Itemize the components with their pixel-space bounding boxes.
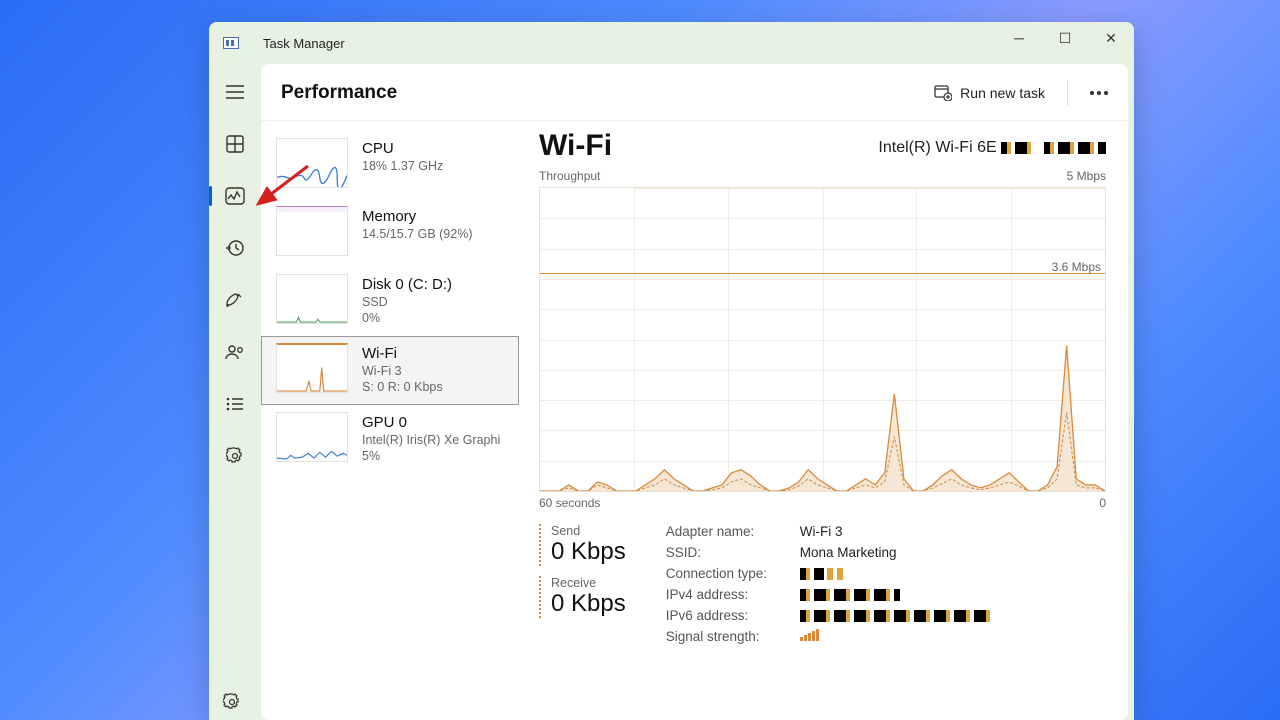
conn-type-value	[800, 566, 990, 581]
signal-bars-icon	[800, 629, 819, 641]
memory-sub: 14.5/15.7 GB (92%)	[362, 227, 472, 241]
y-max-label: 5 Mbps	[1067, 169, 1106, 183]
ipv6-label: IPv6 address:	[666, 608, 794, 623]
page-header: Performance Run new task	[261, 64, 1128, 121]
nav-app-history[interactable]	[223, 236, 247, 260]
run-new-task-label: Run new task	[960, 85, 1045, 101]
throughput-chart: 3.6 Mbps	[539, 187, 1106, 492]
nav-startup[interactable]	[223, 288, 247, 312]
ipv4-value	[800, 587, 990, 602]
adapter-name-label: Adapter name:	[666, 524, 794, 539]
titlebar[interactable]: Task Manager ─ ☐ ✕	[209, 22, 1134, 64]
recv-label: Receive	[551, 576, 626, 590]
signal-value	[800, 629, 990, 644]
resource-item-memory[interactable]: Memory 14.5/15.7 GB (92%)	[261, 199, 519, 267]
detail-panel: Wi-Fi Intel(R) Wi-Fi 6E Throughput 5 Mbp…	[519, 121, 1128, 720]
ipv6-value	[800, 608, 990, 623]
app-title: Task Manager	[263, 36, 345, 51]
wifi-name: Wi-Fi	[362, 345, 443, 362]
nav-processes[interactable]	[223, 132, 247, 156]
detail-title: Wi-Fi	[539, 129, 612, 163]
resource-item-wifi[interactable]: Wi-Fi Wi-Fi 3 S: 0 R: 0 Kbps	[261, 336, 519, 405]
adapter-name-value: Wi-Fi 3	[800, 524, 990, 539]
maximize-button[interactable]: ☐	[1042, 22, 1088, 54]
cpu-name: CPU	[362, 140, 443, 157]
gpu-name: GPU 0	[362, 414, 500, 431]
nav-services[interactable]	[223, 444, 247, 468]
cpu-sub: 18% 1.37 GHz	[362, 159, 443, 173]
send-rate: Send 0 Kbps	[539, 524, 626, 566]
app-icon	[223, 37, 239, 49]
wifi-sub2: S: 0 R: 0 Kbps	[362, 380, 443, 394]
ssid-value: Mona Marketing	[800, 545, 990, 560]
memory-name: Memory	[362, 208, 472, 225]
close-button[interactable]: ✕	[1088, 22, 1134, 54]
wifi-sub1: Wi-Fi 3	[362, 364, 443, 378]
send-label: Send	[551, 524, 626, 538]
disk-sub2: 0%	[362, 311, 452, 325]
run-task-icon	[934, 85, 952, 101]
x-left: 60 seconds	[539, 496, 600, 510]
divider	[1067, 80, 1068, 106]
signal-label: Signal strength:	[666, 629, 794, 644]
gpu-thumb	[276, 412, 348, 462]
nav-details[interactable]	[223, 392, 247, 416]
resource-item-cpu[interactable]: CPU 18% 1.37 GHz	[261, 131, 519, 199]
connection-info: Adapter name: Wi-Fi 3 SSID: Mona Marketing…	[666, 524, 990, 644]
hamburger-button[interactable]	[223, 80, 247, 104]
recv-rate: Receive 0 Kbps	[539, 576, 626, 618]
cpu-thumb	[276, 138, 348, 188]
page-title: Performance	[281, 82, 397, 104]
recv-value: 0 Kbps	[551, 590, 626, 618]
gpu-sub1: Intel(R) Iris(R) Xe Graphi	[362, 433, 500, 447]
memory-thumb	[276, 206, 348, 256]
run-new-task-button[interactable]: Run new task	[934, 85, 1045, 101]
gpu-sub2: 5%	[362, 449, 500, 463]
settings-button[interactable]	[223, 693, 241, 716]
ssid-label: SSID:	[666, 545, 794, 560]
send-value: 0 Kbps	[551, 538, 626, 566]
minimize-button[interactable]: ─	[996, 22, 1042, 54]
resource-list: CPU 18% 1.37 GHz Memory 14.5/15.7 GB (92%)…	[261, 121, 519, 720]
disk-sub1: SSD	[362, 295, 452, 309]
throughput-label: Throughput	[539, 169, 600, 183]
task-manager-window: Task Manager ─ ☐ ✕ Performance	[209, 22, 1134, 720]
disk-name: Disk 0 (C: D:)	[362, 276, 452, 293]
nav-rail	[209, 64, 261, 720]
ipv4-label: IPv4 address:	[666, 587, 794, 602]
conn-type-label: Connection type:	[666, 566, 794, 581]
x-right: 0	[1099, 496, 1106, 510]
disk-thumb	[276, 274, 348, 324]
detail-adapter: Intel(R) Wi-Fi 6E	[878, 139, 1106, 157]
resource-item-gpu[interactable]: GPU 0 Intel(R) Iris(R) Xe Graphi 5%	[261, 405, 519, 474]
more-options-button[interactable]	[1090, 91, 1108, 95]
wifi-thumb	[276, 343, 348, 393]
resource-item-disk[interactable]: Disk 0 (C: D:) SSD 0%	[261, 267, 519, 336]
nav-performance[interactable]	[223, 184, 247, 208]
nav-users[interactable]	[223, 340, 247, 364]
